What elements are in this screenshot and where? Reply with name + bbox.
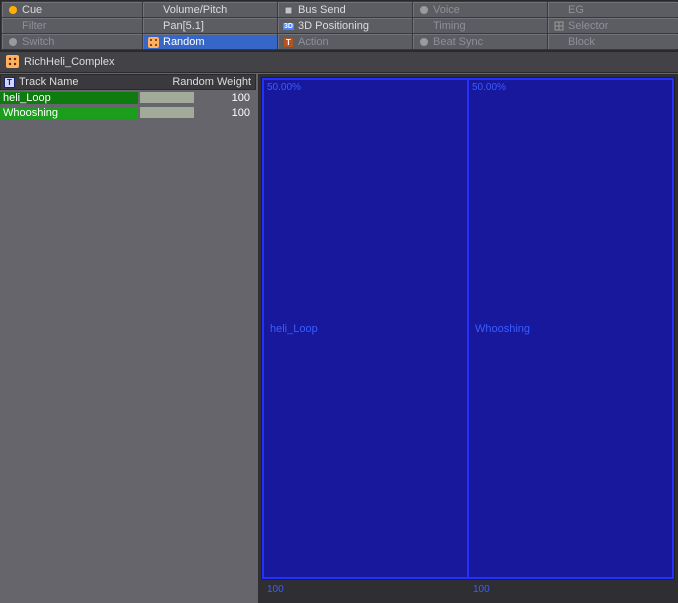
tab-label: Bus Send <box>298 4 346 16</box>
tab-selector[interactable]: Selector <box>548 18 678 33</box>
tab-3d-positioning[interactable]: 3D 3D Positioning <box>278 18 412 33</box>
blank-icon <box>7 21 18 32</box>
table-row[interactable]: Whooshing 100 <box>0 105 256 120</box>
probability-canvas[interactable]: 50.00% heli_Loop 50.00% Whooshing <box>262 78 674 579</box>
col-random-weight[interactable]: Random Weight <box>139 76 255 88</box>
random-tab-panel: Cue Volume/Pitch Bus Send Voice EG Filte… <box>0 0 678 603</box>
track-list-header: T Track Name Random Weight <box>0 74 256 90</box>
tab-block[interactable]: Block <box>548 34 678 49</box>
bottom-weight[interactable]: 100 <box>262 581 468 599</box>
blank-icon <box>148 21 159 32</box>
breadcrumb-label: RichHeli_Complex <box>24 56 114 68</box>
tab-label: Cue <box>22 4 42 16</box>
tab-pan[interactable]: Pan[5.1] <box>143 18 277 33</box>
probability-percent: 50.00% <box>472 82 506 93</box>
track-list-panel: T Track Name Random Weight heli_Loop 100… <box>0 74 256 603</box>
probability-cell[interactable]: 50.00% heli_Loop <box>262 78 469 579</box>
breadcrumb: RichHeli_Complex <box>0 51 678 73</box>
tab-label: Random <box>163 36 205 48</box>
property-tabbar: Cue Volume/Pitch Bus Send Voice EG Filte… <box>0 0 678 51</box>
dice-icon <box>148 37 159 48</box>
probability-label: heli_Loop <box>270 323 318 335</box>
weight-value[interactable]: 100 <box>194 92 256 104</box>
tab-label: Timing <box>433 20 466 32</box>
circle-icon <box>418 37 429 48</box>
tab-random[interactable]: Random <box>143 34 277 49</box>
col-label: Random Weight <box>172 76 251 88</box>
blank-icon <box>553 37 564 48</box>
tab-cue[interactable]: Cue <box>2 2 142 17</box>
weight-value[interactable]: 100 <box>194 107 256 119</box>
weight-bar[interactable] <box>140 92 194 103</box>
square-icon <box>283 5 294 16</box>
blank-icon <box>418 21 429 32</box>
tab-beat-sync[interactable]: Beat Sync <box>413 34 547 49</box>
weight-bar-fill <box>140 92 194 103</box>
blank-icon <box>148 5 159 16</box>
tab-filter[interactable]: Filter <box>2 18 142 33</box>
col-label: Track Name <box>19 76 79 88</box>
tab-label: Beat Sync <box>433 36 483 48</box>
circle-icon <box>7 37 18 48</box>
badge-t-icon: T <box>283 37 294 48</box>
tab-label: Filter <box>22 20 46 32</box>
probability-cell[interactable]: 50.00% Whooshing <box>467 78 674 579</box>
tab-label: 3D Positioning <box>298 20 369 32</box>
tab-bus-send[interactable]: Bus Send <box>278 2 412 17</box>
tab-label: Voice <box>433 4 460 16</box>
tab-label: Switch <box>22 36 54 48</box>
badge-3d-icon: 3D <box>283 21 294 32</box>
probability-label: Whooshing <box>475 323 530 335</box>
tab-label: Action <box>298 36 329 48</box>
weight-bar[interactable] <box>140 107 194 118</box>
track-name-cell: heli_Loop <box>0 92 138 104</box>
text-column-icon: T <box>4 77 15 88</box>
tab-label: Selector <box>568 20 608 32</box>
bottom-weight[interactable]: 100 <box>468 581 674 599</box>
tab-voice[interactable]: Voice <box>413 2 547 17</box>
tab-label: EG <box>568 4 584 16</box>
probability-percent: 50.00% <box>267 82 301 93</box>
weight-bar-fill <box>140 107 194 118</box>
body-split: T Track Name Random Weight heli_Loop 100… <box>0 73 678 603</box>
grid-icon <box>553 21 564 32</box>
tab-label: Volume/Pitch <box>163 4 227 16</box>
tab-switch[interactable]: Switch <box>2 34 142 49</box>
dice-icon <box>6 55 20 69</box>
tab-label: Block <box>568 36 595 48</box>
probability-canvas-panel: 50.00% heli_Loop 50.00% Whooshing 100 10… <box>258 74 678 603</box>
probability-bottom-row: 100 100 <box>262 581 674 599</box>
col-track-name[interactable]: T Track Name <box>1 76 139 88</box>
tab-action[interactable]: T Action <box>278 34 412 49</box>
tab-volume-pitch[interactable]: Volume/Pitch <box>143 2 277 17</box>
blank-icon <box>553 5 564 16</box>
circle-icon <box>418 5 429 16</box>
track-name-cell: Whooshing <box>0 107 138 119</box>
tab-timing[interactable]: Timing <box>413 18 547 33</box>
tab-label: Pan[5.1] <box>163 20 204 32</box>
dot-icon <box>7 5 18 16</box>
table-row[interactable]: heli_Loop 100 <box>0 90 256 105</box>
tab-eg[interactable]: EG <box>548 2 678 17</box>
